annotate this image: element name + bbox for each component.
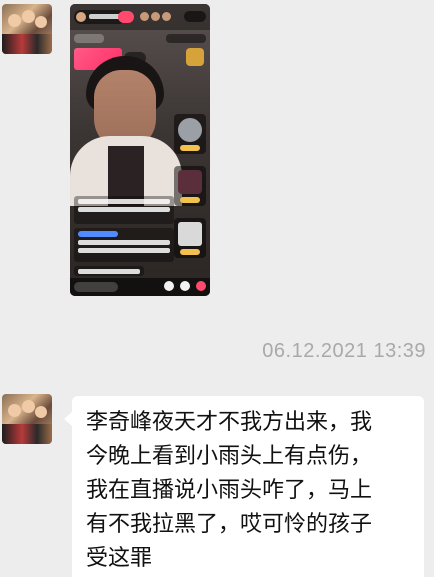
live-comment: [74, 228, 174, 262]
avatar-face: [35, 406, 47, 418]
host-avatar-icon: [76, 12, 86, 22]
live-comment: [74, 196, 174, 224]
comment-user-badge: [78, 231, 118, 237]
comment-input-placeholder: [74, 282, 118, 292]
avatar-face: [22, 10, 35, 23]
recommend-thumbnail: [178, 222, 202, 246]
viewer-count-chip: [184, 11, 206, 22]
comment-text-line: [78, 199, 170, 204]
viewer-avatar-icon: [162, 12, 171, 21]
message-line: 我在直播说小雨头咋了，马上: [86, 478, 373, 503]
stream-bottom-bar: [70, 278, 210, 296]
image-message[interactable]: [70, 4, 210, 296]
recommend-thumbnail: [178, 118, 202, 142]
follow-icon: [118, 11, 134, 23]
avatar-face: [8, 404, 21, 417]
share-icon: [180, 281, 190, 291]
viewer-avatar-icon: [151, 12, 160, 21]
recommend-badge: [180, 197, 200, 203]
text-message-bubble[interactable]: 李奇峰夜天才不我方出来，我 今晚上看到小雨头上有点伤， 我在直播说小雨头咋了，马…: [64, 396, 424, 577]
viewer-avatar-icon: [140, 12, 149, 21]
avatar-face: [35, 16, 47, 28]
recommend-badge: [180, 249, 200, 255]
avatar-clothing: [2, 34, 52, 54]
comment-text-line: [78, 248, 170, 253]
avatar-clothing: [2, 424, 52, 444]
side-recommend-card: [174, 114, 206, 154]
side-recommend-card: [174, 166, 206, 206]
sender-avatar[interactable]: [2, 4, 52, 54]
live-comment: [74, 266, 144, 276]
message-line: 受这罪: [86, 546, 153, 571]
comment-text-line: [78, 207, 170, 212]
viewer-avatars: [140, 12, 171, 21]
gift-icon: [196, 281, 206, 291]
avatar-face: [22, 400, 35, 413]
comment-text-line: [78, 269, 140, 274]
recommend-thumbnail: [178, 170, 202, 194]
message-timestamp: 06.12.2021 13:39: [262, 340, 426, 362]
mic-icon: [164, 281, 174, 291]
chat-window: 06.12.2021 13:39 李奇峰夜天才不我方出来，我 今晚上看到小雨头上…: [0, 0, 434, 577]
comment-text-line: [78, 240, 170, 245]
sender-avatar[interactable]: [2, 394, 52, 444]
stream-action-buttons: [164, 281, 206, 291]
stream-tag-row: [74, 34, 206, 44]
side-recommend-card: [174, 218, 206, 258]
avatar-face: [8, 14, 21, 27]
stream-tag: [74, 34, 104, 43]
gift-box-icon: [186, 48, 204, 66]
recommend-badge: [180, 145, 200, 151]
message-line: 今晚上看到小雨头上有点伤，: [86, 444, 373, 469]
stream-tag: [166, 34, 206, 43]
message-line: 李奇峰夜天才不我方出来，我: [86, 410, 373, 435]
host-name-placeholder: [89, 14, 121, 19]
message-line: 有不我拉黑了，哎可怜的孩子: [86, 512, 373, 537]
